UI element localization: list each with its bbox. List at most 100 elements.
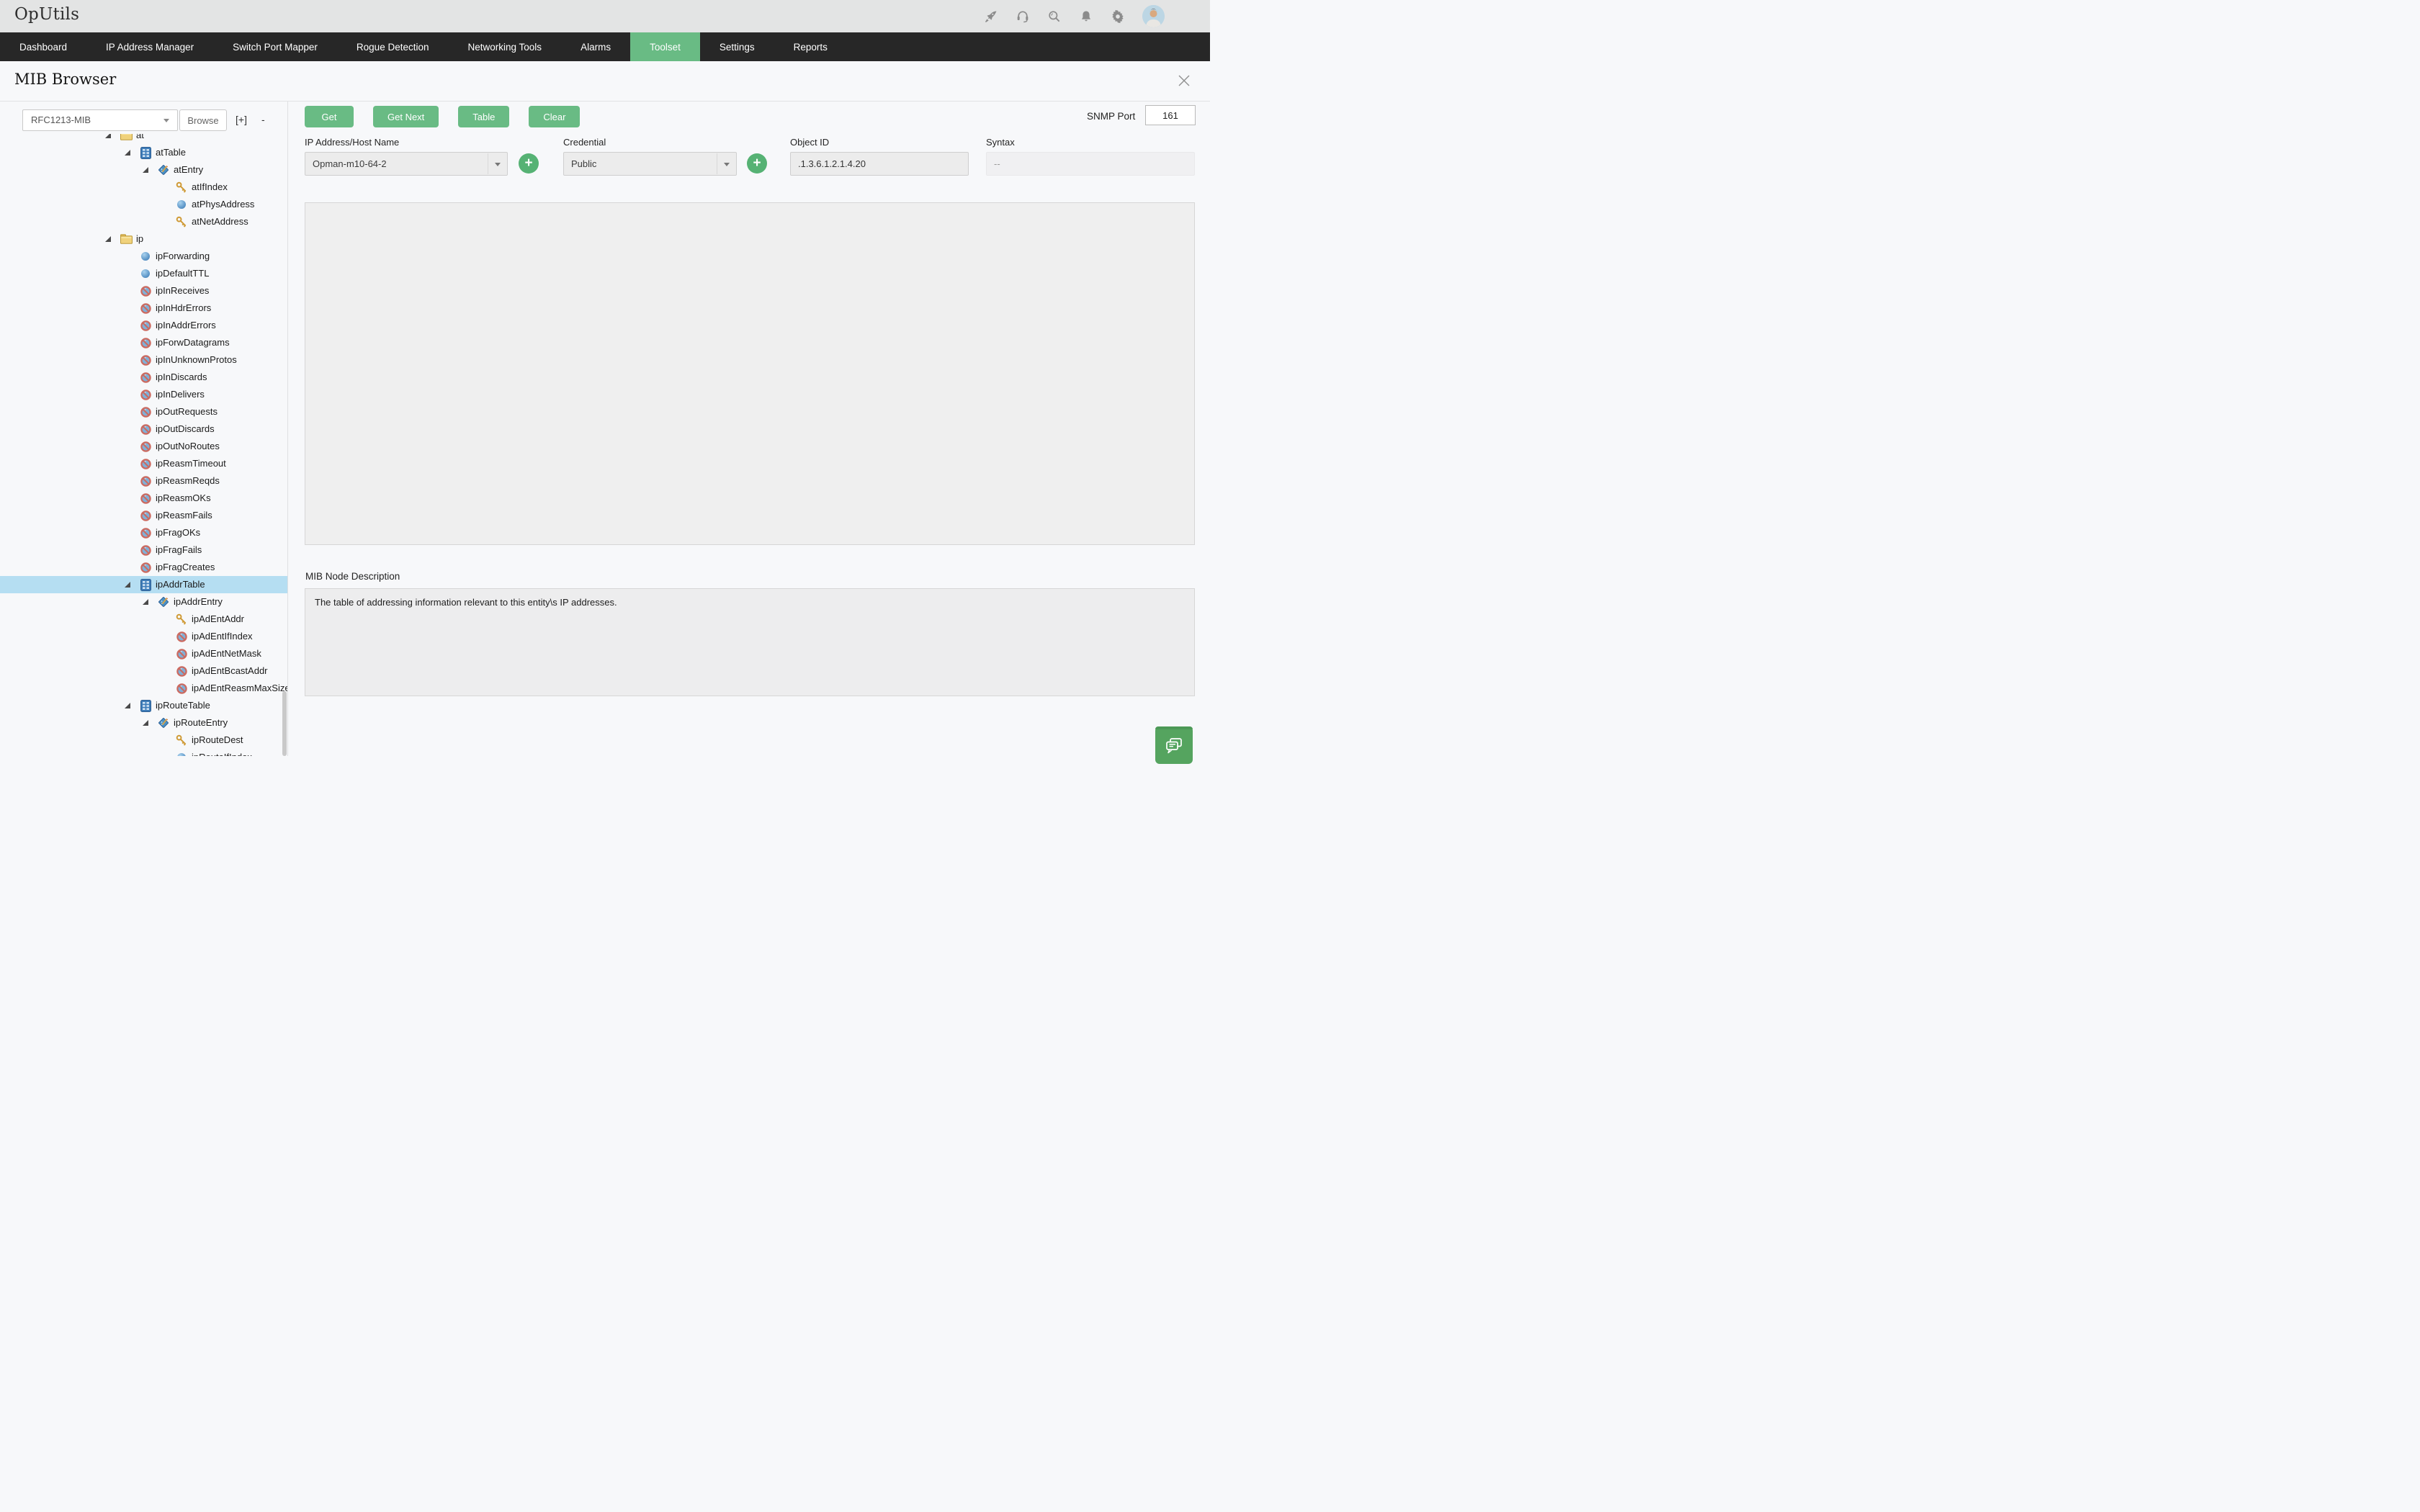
tree-node-label: ipAdEntNetMask: [192, 648, 261, 659]
search-icon[interactable]: [1047, 9, 1062, 24]
tree-node-ipreasmoks[interactable]: ipReasmOKs: [0, 490, 287, 507]
mib-module-value: RFC1213-MIB: [31, 114, 91, 125]
add-credential-button[interactable]: +: [747, 153, 767, 174]
tree-node-ipadentaddr[interactable]: ipAdEntAddr: [0, 611, 287, 628]
tree-node-atentry[interactable]: atEntry: [0, 161, 287, 179]
snmp-port-input[interactable]: [1145, 105, 1196, 125]
tree-node-label: ipFragCreates: [156, 562, 215, 572]
tree-node-atnetaddress[interactable]: atNetAddress: [0, 213, 287, 230]
tree-node-ipfragcreates[interactable]: ipFragCreates: [0, 559, 287, 576]
tree-node-iprouteentry[interactable]: ipRouteEntry: [0, 714, 287, 732]
tree-node-ipfragoks[interactable]: ipFragOKs: [0, 524, 287, 541]
tree-node-ipoutrequests[interactable]: ipOutRequests: [0, 403, 287, 420]
expand-arrow-icon[interactable]: [105, 236, 111, 242]
nav-tab-rogue-detection[interactable]: Rogue Detection: [337, 32, 449, 61]
syntax-value: --: [986, 152, 1195, 176]
bell-icon[interactable]: [1079, 9, 1093, 24]
page-title: MIB Browser: [14, 71, 116, 88]
tree-node-ipfragfails[interactable]: ipFragFails: [0, 541, 287, 559]
expand-arrow-icon[interactable]: [143, 599, 148, 605]
tree-node-ipinunknownprotos[interactable]: ipInUnknownProtos: [0, 351, 287, 369]
tree-node-ipadentnetmask[interactable]: ipAdEntNetMask: [0, 645, 287, 662]
tree-node-ip[interactable]: ip: [0, 230, 287, 248]
nav-tab-switch-port-mapper[interactable]: Switch Port Mapper: [213, 32, 337, 61]
tree-node-label: ipRouteTable: [156, 700, 210, 711]
user-avatar[interactable]: [1142, 5, 1165, 27]
tree-node-ipoutdiscards[interactable]: ipOutDiscards: [0, 420, 287, 438]
expand-arrow-icon[interactable]: [125, 703, 130, 708]
nav-tab-toolset[interactable]: Toolset: [630, 32, 700, 61]
tree-node-ipdefaultttl[interactable]: ipDefaultTTL: [0, 265, 287, 282]
table-button[interactable]: Table: [458, 106, 509, 127]
app-title: OpUtils: [14, 5, 79, 24]
tree-node-label: ipInAddrErrors: [156, 320, 216, 330]
close-icon[interactable]: [1177, 73, 1191, 88]
tree-node-ipinaddrerrors[interactable]: ipInAddrErrors: [0, 317, 287, 334]
tree-node-ipinreceives[interactable]: ipInReceives: [0, 282, 287, 300]
live-chat-button[interactable]: [1155, 726, 1193, 764]
tree-node-label: ipAdEntAddr: [192, 613, 244, 624]
nav-tab-reports[interactable]: Reports: [774, 32, 847, 61]
get-button[interactable]: Get: [305, 106, 354, 127]
headset-icon[interactable]: [1016, 9, 1030, 24]
snmp-action-buttons: Get Get Next Table Clear: [305, 106, 580, 127]
chevron-down-icon: [495, 163, 501, 166]
expand-all-button[interactable]: [+]: [236, 114, 247, 125]
credential-label: Credential: [563, 137, 606, 148]
object-id-input[interactable]: .1.3.6.1.2.1.4.20: [790, 152, 969, 176]
sidebar-scrollbar-thumb[interactable]: [282, 691, 287, 756]
tree-node-ipreasmreqds[interactable]: ipReasmReqds: [0, 472, 287, 490]
tree-node-ipadentreasmmaxsize[interactable]: ipAdEntReasmMaxSize: [0, 680, 287, 697]
scalar-icon: [175, 198, 188, 211]
nav-tab-settings[interactable]: Settings: [700, 32, 774, 61]
nav-tab-dashboard[interactable]: Dashboard: [0, 32, 86, 61]
expand-arrow-icon[interactable]: [125, 582, 130, 588]
tree-node-label: ipInUnknownProtos: [156, 354, 237, 365]
tree-node-ipindiscards[interactable]: ipInDiscards: [0, 369, 287, 386]
tree-node-ipreasmtimeout[interactable]: ipReasmTimeout: [0, 455, 287, 472]
rocket-icon[interactable]: [984, 9, 998, 24]
tree-node-iproutedest[interactable]: ipRouteDest: [0, 732, 287, 749]
top-icon-group: [984, 0, 1165, 32]
tree-node-ipaddrentry[interactable]: ipAddrEntry: [0, 593, 287, 611]
get-next-button[interactable]: Get Next: [373, 106, 439, 127]
expand-arrow-icon[interactable]: [125, 150, 130, 156]
ip-host-select[interactable]: Opman-m10-64-2: [305, 152, 508, 176]
tree-node-atifindex[interactable]: atIfIndex: [0, 179, 287, 196]
tree-node-ipindelivers[interactable]: ipInDelivers: [0, 386, 287, 403]
tree-node-ipadentbcastaddr[interactable]: ipAdEntBcastAddr: [0, 662, 287, 680]
nav-tab-alarms[interactable]: Alarms: [561, 32, 630, 61]
tree-node-ipforwarding[interactable]: ipForwarding: [0, 248, 287, 265]
tree-node-iproutetable[interactable]: ipRouteTable: [0, 697, 287, 714]
entry-icon: [157, 163, 170, 176]
tree-node-ipforwdatagrams[interactable]: ipForwDatagrams: [0, 334, 287, 351]
nav-tab-networking-tools[interactable]: Networking Tools: [449, 32, 562, 61]
tree-node-ipaddrtable[interactable]: ipAddrTable: [0, 576, 287, 593]
entry-icon: [157, 716, 170, 729]
gear-icon[interactable]: [1111, 9, 1125, 24]
expand-arrow-icon[interactable]: [143, 720, 148, 726]
collapse-all-button[interactable]: -: [261, 114, 265, 125]
mib-sidebar: RFC1213-MIB Browse [+] - atatTableatEntr…: [0, 102, 288, 756]
denied-icon: [139, 405, 152, 418]
denied-icon: [139, 492, 152, 505]
tree-node-iprouteifindex[interactable]: ipRouteIfIndex: [0, 749, 287, 756]
tree-node-atphysaddress[interactable]: atPhysAddress: [0, 196, 287, 213]
add-host-button[interactable]: +: [519, 153, 539, 174]
tree-node-ipoutnoroutes[interactable]: ipOutNoRoutes: [0, 438, 287, 455]
nav-tab-ip-address-manager[interactable]: IP Address Manager: [86, 32, 213, 61]
tree-node-label: ipRouteEntry: [174, 717, 228, 728]
credential-select[interactable]: Public: [563, 152, 737, 176]
tree-node-label: ipAdEntBcastAddr: [192, 665, 268, 676]
tree-node-ipreasmfails[interactable]: ipReasmFails: [0, 507, 287, 524]
tree-node-at[interactable]: at: [0, 134, 287, 144]
tree-node-ipadentifindex[interactable]: ipAdEntIfIndex: [0, 628, 287, 645]
tree-node-attable[interactable]: atTable: [0, 144, 287, 161]
clear-button[interactable]: Clear: [529, 106, 580, 127]
mib-module-select[interactable]: RFC1213-MIB: [22, 109, 178, 131]
expand-arrow-icon[interactable]: [105, 134, 111, 138]
tree-node-label: ipInHdrErrors: [156, 302, 211, 313]
tree-node-ipinhdrerrors[interactable]: ipInHdrErrors: [0, 300, 287, 317]
expand-arrow-icon[interactable]: [143, 167, 148, 173]
browse-button[interactable]: Browse: [179, 109, 227, 131]
